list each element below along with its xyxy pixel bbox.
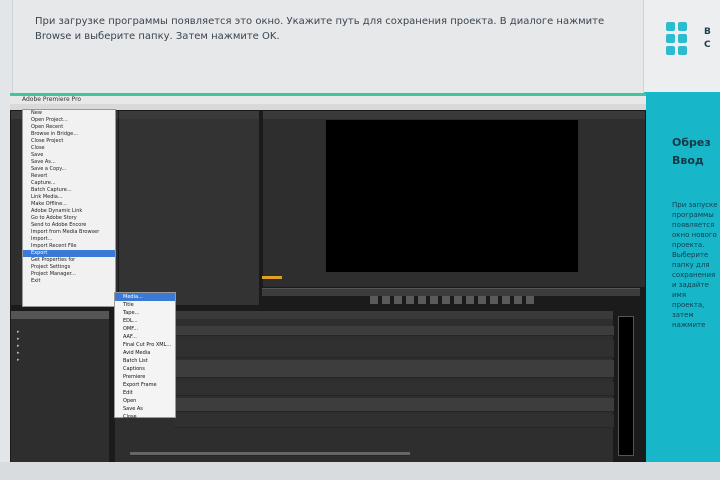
list-item[interactable]: ▸ bbox=[13, 336, 20, 343]
export-frame-icon[interactable] bbox=[454, 296, 462, 304]
instruction-band: При загрузке программы появляется это ок… bbox=[12, 0, 644, 94]
insert-icon[interactable] bbox=[490, 296, 498, 304]
export-submenu-item[interactable]: Save As bbox=[115, 405, 175, 413]
export-submenu-item[interactable]: AAF... bbox=[115, 333, 175, 341]
file-menu-item[interactable]: Batch Capture... bbox=[23, 187, 115, 194]
brand-text: B C bbox=[704, 27, 711, 50]
file-menu-item[interactable]: Project Manager... bbox=[23, 271, 115, 278]
export-submenu-item[interactable]: Batch List bbox=[115, 357, 175, 365]
transport-controls bbox=[370, 296, 540, 306]
page-footer bbox=[0, 462, 720, 480]
logo-icon bbox=[666, 22, 700, 56]
step-back-icon[interactable] bbox=[370, 296, 378, 304]
export-submenu-item[interactable]: Media... bbox=[115, 293, 175, 301]
file-menu-item[interactable]: Close bbox=[23, 145, 115, 152]
file-menu-dropdown: New Open Project... Open Recent Browse in B… bbox=[22, 109, 116, 307]
playhead-marker bbox=[262, 276, 282, 279]
export-submenu-item[interactable]: Premiere bbox=[115, 373, 175, 381]
list-item[interactable]: ▸ bbox=[13, 350, 20, 357]
right-panel: B C Обрез Ввод При запуске программы поя… bbox=[644, 0, 720, 480]
export-submenu-item[interactable]: Export Frame bbox=[115, 381, 175, 389]
list-item[interactable]: ▸ bbox=[13, 343, 20, 350]
instruction-text: При загрузке программы появляется это ок… bbox=[35, 16, 605, 42]
audio-track[interactable] bbox=[174, 414, 614, 428]
list-item[interactable]: ▸ bbox=[13, 357, 20, 364]
export-submenu-item[interactable]: Title bbox=[115, 301, 175, 309]
video-track[interactable] bbox=[174, 360, 614, 378]
logo-area: B C bbox=[644, 0, 720, 92]
export-submenu-item[interactable]: Captions bbox=[115, 365, 175, 373]
extract-icon[interactable] bbox=[478, 296, 486, 304]
app-screenshot: Adobe Premiere Pro FileEditProjectClipSe… bbox=[10, 93, 646, 463]
file-menu-item[interactable]: Get Properties for bbox=[23, 257, 115, 264]
file-menu-item[interactable]: Go to Adobe Story bbox=[23, 215, 115, 222]
video-track[interactable] bbox=[174, 340, 614, 358]
export-submenu-item[interactable]: Final Cut Pro XML... bbox=[115, 341, 175, 349]
lesson-title: Обрез Ввод bbox=[672, 136, 711, 167]
forward-icon[interactable] bbox=[406, 296, 414, 304]
export-submenu-item[interactable]: Tape... bbox=[115, 309, 175, 317]
audio-track[interactable] bbox=[174, 398, 614, 412]
file-menu-item[interactable]: Project Settings bbox=[23, 264, 115, 271]
file-menu-item[interactable]: New bbox=[23, 110, 115, 117]
file-menu-item[interactable]: Save bbox=[23, 152, 115, 159]
play-icon[interactable] bbox=[394, 296, 402, 304]
timeline-scrollbar[interactable] bbox=[130, 452, 410, 456]
file-menu-item[interactable]: Save As... bbox=[23, 159, 115, 166]
window-title: Adobe Premiere Pro bbox=[10, 96, 646, 104]
file-menu-item[interactable]: Capture... bbox=[23, 180, 115, 187]
media-browser-panel: ▸ ▸ ▸ ▸ ▸ bbox=[10, 310, 110, 463]
file-menu-item[interactable]: Import Recent File bbox=[23, 243, 115, 250]
trim-icon[interactable] bbox=[514, 296, 522, 304]
file-menu-item[interactable]: Revert bbox=[23, 173, 115, 180]
audio-meter bbox=[618, 316, 634, 456]
rewind-icon[interactable] bbox=[382, 296, 390, 304]
export-submenu-item[interactable]: Close bbox=[115, 413, 175, 421]
file-menu-item[interactable]: Make Offline... bbox=[23, 201, 115, 208]
file-menu-item[interactable]: Browse in Bridge... bbox=[23, 131, 115, 138]
list-item[interactable]: ▸ bbox=[13, 329, 20, 336]
step-forward-icon[interactable] bbox=[418, 296, 426, 304]
safe-margins-icon[interactable] bbox=[442, 296, 450, 304]
file-menu-item[interactable]: Import from Media Browser bbox=[23, 229, 115, 236]
export-submenu-item[interactable]: Avid Media bbox=[115, 349, 175, 357]
file-menu-item[interactable]: Link Media... bbox=[23, 194, 115, 201]
export-submenu-item[interactable]: Edit bbox=[115, 389, 175, 397]
file-menu-item[interactable]: Adobe Dynamic Link bbox=[23, 208, 115, 215]
file-menu-item[interactable]: Close Project bbox=[23, 138, 115, 145]
loop-icon[interactable] bbox=[430, 296, 438, 304]
source-panel bbox=[118, 110, 260, 306]
export-submenu-item[interactable]: Open bbox=[115, 397, 175, 405]
video-preview bbox=[326, 120, 578, 272]
export-submenu: Media... Title Tape... EDL... OMF... AAF... Fi… bbox=[114, 292, 176, 421]
export-submenu-item[interactable]: OMF... bbox=[115, 325, 175, 333]
marker-icon[interactable] bbox=[526, 296, 534, 304]
lesson-panel: Обрез Ввод При запуске программы появляе… bbox=[644, 92, 720, 464]
overwrite-icon[interactable] bbox=[502, 296, 510, 304]
file-menu-item[interactable]: Exit bbox=[23, 278, 115, 285]
timeline-ruler[interactable] bbox=[174, 326, 614, 336]
export-submenu-item[interactable]: EDL... bbox=[115, 317, 175, 325]
file-menu-item[interactable]: Save a Copy... bbox=[23, 166, 115, 173]
lesson-body: При запуске программы появляется окно но… bbox=[672, 201, 718, 329]
file-menu-item[interactable]: Send to Adobe Encore bbox=[23, 222, 115, 229]
file-menu-item[interactable]: Export bbox=[23, 250, 115, 257]
scrub-bar[interactable] bbox=[262, 288, 640, 296]
lift-icon[interactable] bbox=[466, 296, 474, 304]
audio-track[interactable] bbox=[174, 382, 614, 396]
file-menu-item[interactable]: Import... bbox=[23, 236, 115, 243]
file-menu-item[interactable]: Open Project... bbox=[23, 117, 115, 124]
file-menu-item[interactable]: Open Recent bbox=[23, 124, 115, 131]
